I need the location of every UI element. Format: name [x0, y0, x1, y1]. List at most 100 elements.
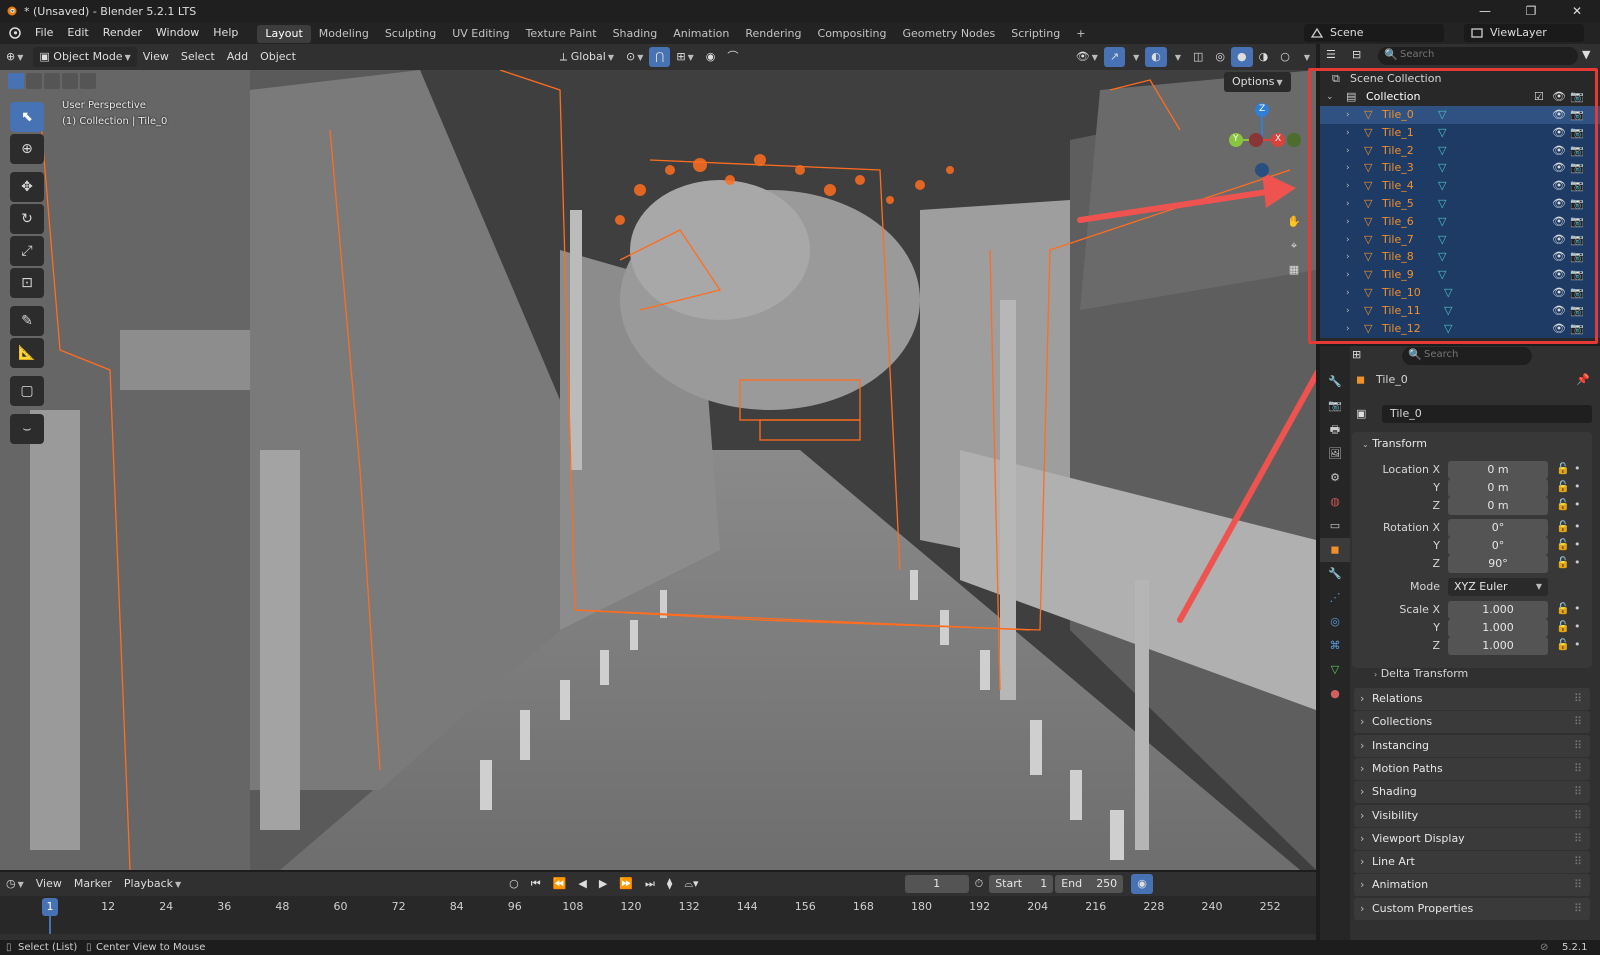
scale-x-field[interactable]: 1.000: [1448, 601, 1548, 619]
scale-z-lock-icon[interactable]: 🔓: [1556, 638, 1570, 651]
tab-texture-paint[interactable]: Texture Paint: [518, 25, 605, 43]
data-tab-icon[interactable]: ▽: [1320, 658, 1350, 682]
viewport-menu-select[interactable]: Select: [175, 47, 221, 67]
shading-dropdown[interactable]: ▼: [1296, 47, 1316, 67]
drag-handle-icon[interactable]: ⠿: [1574, 851, 1582, 873]
tab-uv-editing[interactable]: UV Editing: [444, 25, 517, 43]
add-workspace-button[interactable]: +: [1068, 25, 1093, 43]
select-subtract-button[interactable]: [44, 73, 60, 89]
location-z-key-icon[interactable]: •: [1574, 498, 1581, 511]
visibility-dropdown[interactable]: 👁 ▼: [1070, 47, 1104, 67]
location-x-lock-icon[interactable]: 🔓: [1556, 462, 1570, 475]
outliner-editor-icon[interactable]: ☰: [1326, 48, 1336, 61]
properties-editor-icon[interactable]: ⊞: [1352, 348, 1361, 361]
drag-handle-icon[interactable]: ⠿: [1574, 711, 1582, 733]
menu-render[interactable]: Render: [96, 22, 149, 44]
select-new-button[interactable]: [8, 73, 24, 89]
rotate-tool[interactable]: ↻: [10, 204, 44, 234]
rotation-z-key-icon[interactable]: •: [1574, 556, 1581, 569]
select-invert-button[interactable]: [62, 73, 78, 89]
menu-help[interactable]: Help: [206, 22, 245, 44]
drag-handle-icon[interactable]: ⠿: [1574, 805, 1582, 827]
tool-tab-icon[interactable]: 🔧: [1320, 370, 1350, 394]
menu-edit[interactable]: Edit: [60, 22, 95, 44]
tab-modeling[interactable]: Modeling: [311, 25, 377, 43]
pin-icon[interactable]: 📌: [1576, 370, 1590, 390]
location-x-key-icon[interactable]: •: [1574, 462, 1581, 475]
panel-custom-properties[interactable]: › Custom Properties ⠿: [1354, 897, 1590, 920]
overlay-toggle[interactable]: ◐: [1145, 47, 1167, 67]
location-y-lock-icon[interactable]: 🔓: [1556, 480, 1570, 493]
scene-name[interactable]: Scene: [1304, 24, 1444, 42]
scale-z-field[interactable]: 1.000: [1448, 637, 1548, 655]
view-layer-selector[interactable]: ViewLayer: [1464, 24, 1584, 42]
panel-motion-paths[interactable]: › Motion Paths ⠿: [1354, 757, 1590, 780]
options-dropdown[interactable]: Options ▼: [1224, 72, 1291, 92]
keying-set-button[interactable]: ⧫: [661, 874, 678, 894]
rotation-x-key-icon[interactable]: •: [1574, 520, 1581, 533]
location-z-field[interactable]: 0 m: [1448, 497, 1548, 515]
tab-sculpting[interactable]: Sculpting: [377, 25, 444, 43]
drag-handle-icon[interactable]: ⠿: [1574, 688, 1582, 710]
keying-dropdown[interactable]: ⌓▾: [678, 874, 704, 894]
tab-scripting[interactable]: Scripting: [1003, 25, 1068, 43]
scale-tool[interactable]: ⤢: [10, 236, 44, 266]
rotation-y-key-icon[interactable]: •: [1574, 538, 1581, 551]
location-x-field[interactable]: 0 m: [1448, 461, 1548, 479]
transform-orientation-dropdown[interactable]: ⟂ Global ▼: [554, 47, 620, 67]
editor-type-button[interactable]: ⊕ ▼: [0, 47, 29, 67]
panel-relations[interactable]: › Relations ⠿: [1354, 688, 1590, 710]
tab-shading[interactable]: Shading: [605, 25, 666, 43]
pivot-point-button[interactable]: ⊙ ▼: [620, 47, 649, 67]
location-y-key-icon[interactable]: •: [1574, 480, 1581, 493]
timeline-menu-view[interactable]: View: [30, 874, 68, 894]
navigation-gizmo[interactable]: Z Y X: [1222, 100, 1302, 180]
location-y-field[interactable]: 0 m: [1448, 479, 1548, 497]
panel-viewport-display[interactable]: › Viewport Display ⠿: [1354, 827, 1590, 850]
auto-keying-toggle[interactable]: ○: [503, 874, 525, 894]
timeline-options-icon[interactable]: ◉: [1131, 874, 1153, 894]
snap-toggle[interactable]: ⋂: [649, 47, 671, 67]
tab-animation[interactable]: Animation: [665, 25, 737, 43]
annotate-tool[interactable]: ✎: [10, 306, 44, 336]
datablock-object-icon[interactable]: ▣: [1356, 404, 1366, 424]
timeline-ruler[interactable]: 1 12 24 36 48 60 72 84 96 108 120 132 144 156 168 180 19…: [0, 896, 1316, 940]
current-frame-field[interactable]: 1: [904, 875, 969, 893]
rotation-z-field[interactable]: 90°: [1448, 555, 1548, 573]
rotation-mode-dropdown[interactable]: XYZ Euler ▼: [1448, 578, 1548, 596]
scale-y-lock-icon[interactable]: 🔓: [1556, 620, 1570, 633]
end-frame-field[interactable]: End 250: [1055, 875, 1124, 893]
panel-collections[interactable]: › Collections ⠿: [1354, 711, 1590, 734]
pan-hand-icon[interactable]: ✋: [1282, 210, 1306, 234]
play-reverse-button[interactable]: ◀: [572, 874, 592, 894]
menu-window[interactable]: Window: [149, 22, 206, 44]
viewport-menu-add[interactable]: Add: [221, 47, 254, 67]
curve-tool[interactable]: ⌣: [10, 414, 44, 444]
falloff-dropdown[interactable]: ⌒: [721, 47, 744, 67]
drag-handle-icon[interactable]: ⠿: [1574, 874, 1582, 896]
location-z-lock-icon[interactable]: 🔓: [1556, 498, 1570, 511]
collection-tab-icon[interactable]: ▭: [1320, 514, 1350, 538]
jump-keyframe-forward-button[interactable]: ⏩: [613, 874, 639, 894]
view-layer-tab-icon[interactable]: 🖼: [1320, 442, 1350, 466]
3d-viewport[interactable]: User Perspective (1) Collection | Tile_0…: [0, 70, 1316, 870]
scene-selector[interactable]: Scene: [1304, 24, 1444, 42]
move-tool[interactable]: ✥: [10, 172, 44, 202]
ortho-grid-icon[interactable]: ▦: [1282, 258, 1306, 282]
rotation-y-lock-icon[interactable]: 🔓: [1556, 538, 1570, 551]
drag-handle-icon[interactable]: ⠿: [1574, 781, 1582, 803]
close-window-button[interactable]: ✕: [1554, 0, 1600, 22]
select-box-tool[interactable]: ⬉: [10, 102, 44, 132]
wireframe-shading-button[interactable]: ◎: [1209, 47, 1231, 67]
drag-handle-icon[interactable]: ⠿: [1574, 758, 1582, 780]
constraints-tab-icon[interactable]: ⌘: [1320, 634, 1350, 658]
transform-panel-header[interactable]: ⌄ Transform: [1360, 434, 1427, 454]
measure-tool[interactable]: 📐: [10, 338, 44, 368]
material-tab-icon[interactable]: ●: [1320, 682, 1350, 706]
object-name-field[interactable]: Tile_0: [1382, 405, 1592, 423]
rotation-x-field[interactable]: 0°: [1448, 519, 1548, 537]
start-frame-field[interactable]: Start 1: [989, 875, 1054, 893]
scene-tab-icon[interactable]: ⚙: [1320, 466, 1350, 490]
jump-start-button[interactable]: ⏮: [525, 874, 547, 894]
blender-menu-icon[interactable]: [8, 26, 22, 40]
